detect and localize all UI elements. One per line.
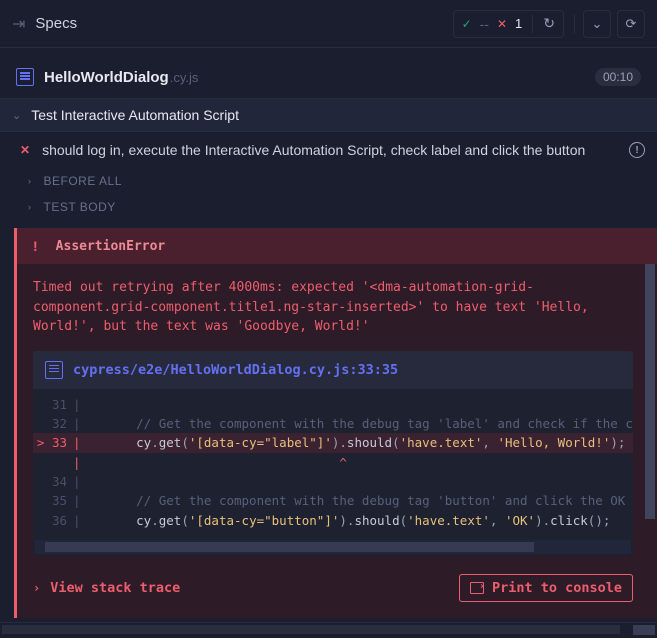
expand-menu-button[interactable]: ⌄ — [583, 10, 611, 38]
pass-count: -- — [480, 16, 489, 32]
refresh-button[interactable]: ⟳ — [617, 10, 645, 38]
spec-file-ext: .cy.js — [170, 70, 199, 85]
chevron-right-icon: › — [28, 176, 32, 186]
test-body-label: TEST BODY — [44, 200, 116, 214]
info-icon[interactable]: ! — [629, 142, 645, 158]
code-file-path: cypress/e2e/HelloWorldDialog.cy.js:33:35 — [73, 362, 398, 378]
console-icon — [470, 582, 484, 594]
error-bang-icon: ! — [33, 238, 38, 254]
before-all-label: BEFORE ALL — [44, 174, 122, 188]
test-title: should log in, execute the Interactive A… — [42, 142, 585, 158]
error-message: Timed out retrying after 4000ms: expecte… — [33, 278, 653, 337]
panel-horizontal-scrollbar[interactable] — [0, 622, 657, 636]
code-panel: cypress/e2e/HelloWorldDialog.cy.js:33:35… — [33, 351, 633, 557]
code-line: | ^ — [33, 453, 633, 472]
file-icon — [45, 361, 63, 379]
code-line: 32| // Get the component with the debug … — [33, 414, 633, 433]
describe-block[interactable]: ⌄ Test Interactive Automation Script — [0, 98, 657, 132]
error-body: Timed out retrying after 4000ms: expecte… — [14, 264, 657, 618]
code-body: 31| 32| // Get the component with the de… — [33, 389, 633, 537]
code-line: 34| — [33, 472, 633, 491]
before-all-section[interactable]: › BEFORE ALL — [0, 168, 657, 194]
file-icon — [16, 68, 34, 86]
run-status-pill: ✓ -- ✕ 1 ↻ — [453, 10, 564, 38]
describe-title: Test Interactive Automation Script — [31, 107, 239, 123]
code-horizontal-scrollbar[interactable] — [35, 540, 631, 554]
test-row[interactable]: ✕ should log in, execute the Interactive… — [0, 132, 657, 168]
page-title: Specs — [35, 15, 77, 32]
view-stack-trace-button[interactable]: View stack trace — [50, 580, 180, 596]
code-file-header[interactable]: cypress/e2e/HelloWorldDialog.cy.js:33:35 — [33, 351, 633, 389]
error-actions: › View stack trace Print to console — [33, 574, 653, 602]
test-body-section[interactable]: › TEST BODY — [0, 194, 657, 220]
code-line: 35| // Get the component with the debug … — [33, 491, 633, 510]
error-header: ! AssertionError — [14, 228, 657, 264]
fail-icon: ✕ — [497, 17, 507, 31]
chevron-right-icon: › — [28, 202, 32, 212]
vertical-scrollbar[interactable] — [645, 264, 655, 618]
chevron-right-icon: › — [33, 581, 40, 595]
pass-icon: ✓ — [462, 17, 472, 31]
error-type: AssertionError — [56, 239, 166, 254]
code-line: 31| — [33, 395, 633, 414]
spec-file-name: HelloWorldDialog — [44, 69, 169, 86]
fail-x-icon: ✕ — [20, 143, 30, 157]
fail-count: 1 — [515, 16, 522, 31]
file-header: HelloWorldDialog .cy.js 00:10 — [0, 48, 657, 98]
print-label: Print to console — [492, 580, 622, 596]
print-to-console-button[interactable]: Print to console — [459, 574, 633, 602]
sidebar-toggle-icon[interactable]: ⇥ — [12, 14, 25, 34]
chevron-down-icon: ⌄ — [12, 109, 21, 122]
run-timer: 00:10 — [595, 68, 641, 86]
code-line: > 33| cy.get('[data-cy="label"]').should… — [33, 433, 633, 452]
topbar: ⇥ Specs ✓ -- ✕ 1 ↻ ⌄ ⟳ — [0, 0, 657, 48]
code-line: 36| cy.get('[data-cy="button"]').should(… — [33, 511, 633, 530]
reload-icon[interactable]: ↻ — [543, 15, 555, 32]
